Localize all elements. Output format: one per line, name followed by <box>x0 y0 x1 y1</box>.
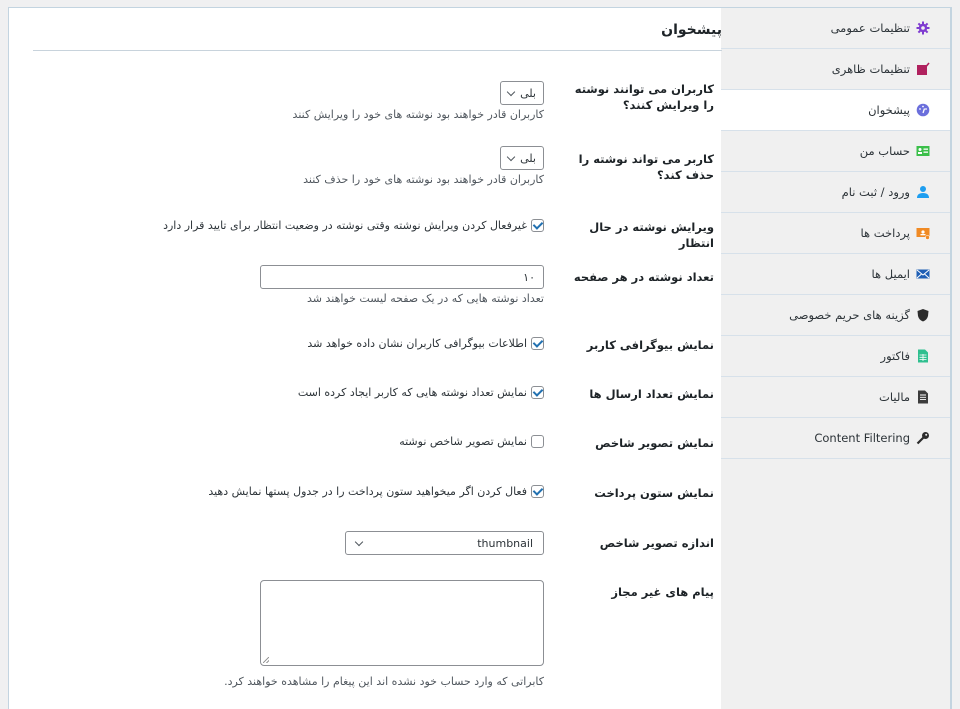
setting-label: پیام های غیر مجاز <box>611 585 714 599</box>
chevron-down-icon <box>506 152 516 161</box>
main-content: پیشخوان کاربران می توانند نوشته را ویرای… <box>9 8 722 709</box>
chevron-down-icon <box>506 87 516 96</box>
key-icon <box>916 431 930 445</box>
show-bio-checkbox[interactable] <box>531 337 544 350</box>
page-title: پیشخوان <box>661 22 722 38</box>
setting-label: کاربر می تواند نوشته را حذف کند؟ <box>578 152 714 182</box>
sidebar-item-emails[interactable]: ایمیل ها <box>721 254 950 295</box>
spreadsheet-icon <box>916 349 930 363</box>
sidebar-item-label: Content Filtering <box>814 431 910 445</box>
show-post-count-checkbox-label[interactable]: نمایش تعداد نوشته هایی که کاربر ایجاد کر… <box>298 386 544 399</box>
input-value: ۱۰ <box>523 270 535 284</box>
user-icon <box>916 185 930 199</box>
show-featured-checkbox[interactable] <box>531 435 544 448</box>
sidebar-item-login-register[interactable]: ورود / ثبت نام <box>721 172 950 213</box>
chevron-down-icon <box>354 537 364 546</box>
sidebar-item-label: تنظیمات عمومی <box>830 21 910 35</box>
show-payment-column-checkbox-label[interactable]: فعال کردن اگر میخواهید ستون پرداخت را در… <box>208 485 544 498</box>
setting-description: کاربران قادر خواهند بود نوشته های خود را… <box>303 173 544 186</box>
document-icon <box>916 390 930 404</box>
resize-handle-icon[interactable] <box>263 657 269 663</box>
sidebar-item-tax[interactable]: مالیات <box>721 377 950 418</box>
title-divider <box>33 50 722 51</box>
sidebar-item-my-account[interactable]: حساب من <box>721 131 950 172</box>
sidebar-item-general[interactable]: تنظیمات عمومی <box>721 8 950 49</box>
unauthorized-message-textarea[interactable] <box>260 580 544 666</box>
can-edit-select[interactable]: بلی <box>500 81 544 105</box>
setting-label: اندازه تصویر شاخص <box>599 536 714 550</box>
select-value: thumbnail <box>477 536 533 550</box>
sidebar-item-label: گزینه های حریم خصوصی <box>789 308 910 322</box>
setting-description: کابراتی که وارد حساب خود نشده اند این پی… <box>224 675 544 688</box>
id-card-icon <box>916 144 930 158</box>
show-payment-column-checkbox[interactable] <box>531 485 544 498</box>
edit-icon <box>916 62 930 76</box>
checkbox-text: نمایش تعداد نوشته هایی که کاربر ایجاد کر… <box>297 386 527 399</box>
sidebar-item-label: ایمیل ها <box>871 267 910 281</box>
settings-sidebar: تنظیمات عمومی تنظیمات ظاهری پیشخوان حساب… <box>721 8 950 709</box>
envelope-icon <box>916 267 930 281</box>
dashboard-icon <box>916 103 930 117</box>
checkbox-text: غیرفعال کردن ویرایش نوشته وقتی نوشته در … <box>163 219 527 232</box>
sidebar-item-label: پیشخوان <box>868 103 910 117</box>
sidebar-item-dashboard[interactable]: پیشخوان <box>721 90 950 131</box>
sidebar-item-label: فاکتور <box>880 349 910 363</box>
select-value: بلی <box>520 151 536 165</box>
sidebar-item-appearance[interactable]: تنظیمات ظاهری <box>721 49 950 90</box>
sidebar-item-content-filtering[interactable]: Content Filtering <box>721 418 950 459</box>
checkbox-text: نمایش تصویر شاخص نوشته <box>399 435 527 448</box>
checkbox-text: فعال کردن اگر میخواهید ستون پرداخت را در… <box>208 485 527 498</box>
sidebar-item-label: پرداخت ها <box>860 226 911 240</box>
setting-label: نمایش بیوگرافی کاربر <box>586 338 714 352</box>
show-featured-checkbox-label[interactable]: نمایش تصویر شاخص نوشته <box>399 435 544 448</box>
setting-label: نمایش تعداد ارسال ها <box>589 387 714 401</box>
featured-size-select[interactable]: thumbnail <box>345 531 544 555</box>
sidebar-item-label: ورود / ثبت نام <box>841 185 910 199</box>
select-value: بلی <box>520 86 536 100</box>
pending-edit-checkbox[interactable] <box>531 219 544 232</box>
payment-icon <box>916 226 930 240</box>
show-bio-checkbox-label[interactable]: اطلاعات بیوگرافی کاربران نشان داده خواهد… <box>307 337 544 350</box>
can-delete-select[interactable]: بلی <box>500 146 544 170</box>
checkbox-text: اطلاعات بیوگرافی کاربران نشان داده خواهد… <box>307 337 527 350</box>
setting-label: کاربران می توانند نوشته را ویرایش کنند؟ <box>574 82 714 112</box>
setting-description: تعداد نوشته هایی که در یک صفحه لیست خواه… <box>307 292 544 305</box>
setting-label: ویرایش نوشته در حال انتظار <box>589 220 714 250</box>
posts-per-page-input[interactable]: ۱۰ <box>260 265 544 289</box>
setting-label: نمایش ستون پرداخت <box>594 486 714 500</box>
shield-icon <box>916 308 930 322</box>
sidebar-item-label: حساب من <box>859 144 910 158</box>
sidebar-item-label: مالیات <box>879 390 910 404</box>
show-post-count-checkbox[interactable] <box>531 386 544 399</box>
setting-label: نمایش تصویر شاخص <box>595 436 714 450</box>
settings-panel: تنظیمات عمومی تنظیمات ظاهری پیشخوان حساب… <box>8 7 952 709</box>
gear-icon <box>916 21 930 35</box>
setting-description: کاربران قادر خواهند بود نوشته های خود را… <box>292 108 544 121</box>
sidebar-item-label: تنظیمات ظاهری <box>831 62 910 76</box>
pending-edit-checkbox-label[interactable]: غیرفعال کردن ویرایش نوشته وقتی نوشته در … <box>163 219 544 232</box>
sidebar-item-payments[interactable]: پرداخت ها <box>721 213 950 254</box>
setting-label: تعداد نوشته در هر صفحه <box>573 270 714 284</box>
sidebar-item-invoice[interactable]: فاکتور <box>721 336 950 377</box>
sidebar-item-privacy[interactable]: گزینه های حریم خصوصی <box>721 295 950 336</box>
